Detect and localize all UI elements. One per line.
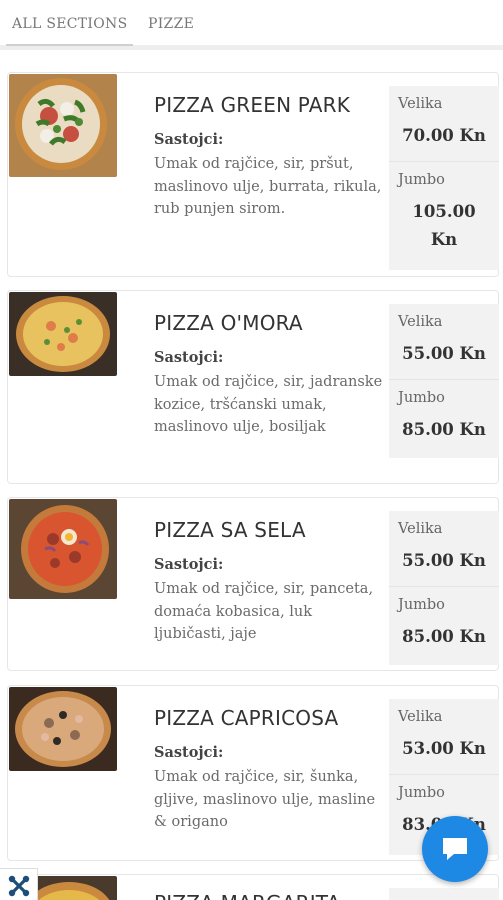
ingredients-label: Sastojci: xyxy=(154,349,224,366)
section-tabs: ALL SECTIONS PIZZE xyxy=(0,0,503,50)
item-title: PIZZA SA SELA xyxy=(154,518,306,542)
price-value: 53.00 Kn xyxy=(402,739,486,758)
item-title: PIZZA MARGARITA xyxy=(154,891,341,900)
pizza-capricosa-image xyxy=(9,687,117,771)
menu-item-omora[interactable]: PIZZA O'MORA Sastojci: Umak od rajčice, … xyxy=(7,290,499,484)
price-row-jumbo[interactable]: Jumbo 85.00 Kn xyxy=(389,380,499,458)
ingredients-text: Umak od rajčice, sir, pršut, maslinovo u… xyxy=(154,156,382,217)
ingredients-text: Umak od rajčice, sir, panceta, domaća ko… xyxy=(154,581,374,642)
price-panel xyxy=(389,888,499,900)
pizza-omora-image xyxy=(9,292,117,376)
item-title: PIZZA CAPRICOSA xyxy=(154,706,339,730)
item-title: PIZZA GREEN PARK xyxy=(154,93,351,117)
menu-item-green-park[interactable]: PIZZA GREEN PARK Sastojci: Umak od rajči… xyxy=(7,72,499,277)
price-value: 70.00 Kn xyxy=(402,126,486,145)
price-value: 85.00 Kn xyxy=(402,420,486,439)
price-value: 105.00 Kn xyxy=(412,202,476,249)
size-label: Velika xyxy=(398,521,443,537)
price-row-velika[interactable]: Velika 55.00 Kn xyxy=(389,304,499,380)
menu-item-sa-sela[interactable]: PIZZA SA SELA Sastojci: Umak od rajčice,… xyxy=(7,497,499,671)
price-value: 85.00 Kn xyxy=(402,627,486,646)
size-label: Velika xyxy=(398,314,443,330)
price-panel: Velika 70.00 Kn Jumbo 105.00 Kn xyxy=(389,86,499,270)
ingredients-label: Sastojci: xyxy=(154,556,224,573)
price-panel: Velika 55.00 Kn Jumbo 85.00 Kn xyxy=(389,511,499,665)
size-label: Velika xyxy=(398,709,443,725)
price-value: 55.00 Kn xyxy=(402,551,486,570)
chat-button[interactable] xyxy=(422,816,488,882)
chat-bubble-icon xyxy=(443,838,467,860)
size-label: Jumbo xyxy=(398,390,445,406)
price-value: 55.00 Kn xyxy=(402,344,486,363)
tab-all-sections[interactable]: ALL SECTIONS xyxy=(5,16,134,46)
ingredients-label: Sastojci: xyxy=(154,131,224,148)
ingredients-text: Umak od rajčice, sir, šunka, gljive, mas… xyxy=(154,769,376,830)
price-row-velika[interactable]: Velika 55.00 Kn xyxy=(389,511,499,587)
item-title: PIZZA O'MORA xyxy=(154,311,303,335)
joomla-logo-icon[interactable] xyxy=(0,868,38,900)
size-label: Jumbo xyxy=(398,597,445,613)
size-label: Velika xyxy=(398,96,443,112)
size-label: Jumbo xyxy=(398,785,445,801)
pizza-sa-sela-image xyxy=(9,499,117,599)
tab-pizze[interactable]: PIZZE xyxy=(148,16,194,32)
price-row-velika[interactable]: Velika 70.00 Kn xyxy=(389,86,499,162)
pizza-green-park-image xyxy=(9,74,117,177)
ingredients-text: Umak od rajčice, sir, jadranske kozice, … xyxy=(154,374,383,435)
size-label: Jumbo xyxy=(398,172,445,188)
menu-item-margarita[interactable]: PIZZA MARGARITA xyxy=(7,874,499,900)
price-row-jumbo[interactable]: Jumbo 105.00 Kn xyxy=(389,162,499,270)
price-panel: Velika 55.00 Kn Jumbo 85.00 Kn xyxy=(389,304,499,458)
ingredients-label: Sastojci: xyxy=(154,744,224,761)
price-row-velika[interactable]: Velika 53.00 Kn xyxy=(389,699,499,775)
price-row-jumbo[interactable]: Jumbo 85.00 Kn xyxy=(389,587,499,665)
